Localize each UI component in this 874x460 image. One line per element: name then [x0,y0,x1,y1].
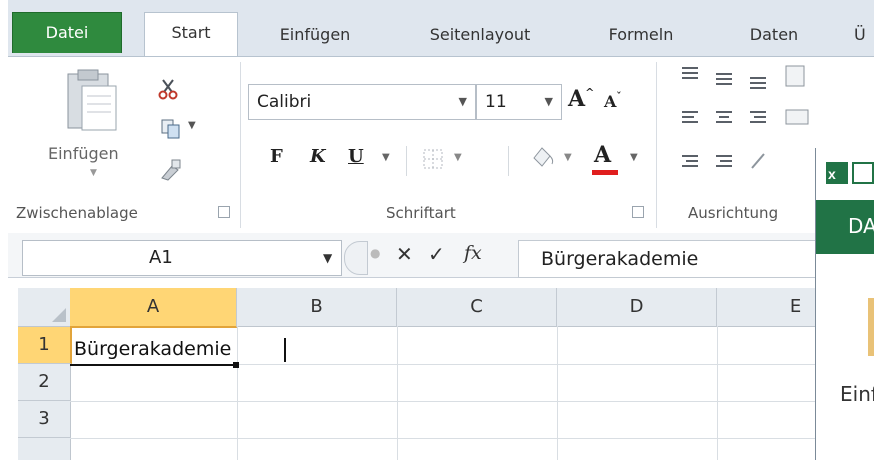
gridline [557,326,558,460]
gridline [70,438,874,439]
excel-window: Datei Start Einfügen Seitenlayout Formel… [8,0,874,460]
tab-page-layout[interactable]: Seitenlayout [410,14,550,56]
font-group-label: Schriftart [386,204,456,222]
column-header-b[interactable]: B [237,288,397,327]
font-dialog-launcher-icon[interactable] [632,206,644,218]
row-header-1[interactable]: 1 [18,327,72,364]
fill-color-dropdown-arrow[interactable]: ▼ [564,152,572,163]
clipboard-group-label: Zwischenablage [16,204,138,222]
cell-a1[interactable]: Bürgerakademie [74,338,231,360]
overlay-paste-icon[interactable] [868,298,874,356]
font-size-combo[interactable]: 11 ▼ [476,84,562,120]
alignment-buttons[interactable] [672,64,812,184]
formula-content: Bürgerakademie [541,248,699,270]
shrink-font-icon[interactable]: Aˇ [604,92,621,111]
font-name-value: Calibri [257,92,312,112]
paste-label[interactable]: Einfügen [48,144,119,163]
gridline [237,326,238,460]
separator [508,146,509,176]
copy-dropdown-arrow[interactable]: ▼ [188,120,196,131]
fill-handle[interactable] [233,362,239,368]
tab-start[interactable]: Start [144,12,238,59]
name-box[interactable]: A1 ▼ [22,240,342,276]
gridline [717,326,718,460]
row-header-3[interactable]: 3 [18,401,71,438]
cut-icon[interactable] [158,78,178,100]
separator [406,146,407,176]
row-header-4[interactable] [18,438,71,460]
border-dropdown-arrow[interactable]: ▼ [454,152,462,163]
font-color-bar [592,170,618,175]
tab-data[interactable]: Daten [734,14,814,56]
bold-button[interactable]: F [270,146,283,167]
circle-icon: ● [370,246,381,260]
clipboard-dialog-launcher-icon[interactable] [218,206,230,218]
format-painter-icon[interactable] [158,158,182,182]
italic-button[interactable]: K [310,146,326,167]
formula-bar-expand-handle[interactable] [344,241,368,275]
ribbon-tab-bar: Datei Start Einfügen Seitenlayout Formel… [8,0,874,59]
font-size-value: 11 [485,92,507,112]
font-color-button[interactable]: A [594,142,611,168]
chevron-down-icon[interactable]: ▼ [323,251,332,265]
overlay-excel-window[interactable]: x DA Einf [815,148,874,460]
name-box-value: A1 [149,247,173,268]
gridline [70,401,874,402]
text-cursor [284,338,286,362]
column-header-a[interactable]: A [70,288,237,328]
enter-icon[interactable]: ✓ [428,242,445,266]
overlay-paste-label: Einf [840,382,874,406]
insert-function-icon[interactable]: fx [464,242,482,264]
border-icon[interactable] [422,148,444,170]
alignment-group-label: Ausrichtung [688,204,779,222]
underline-dropdown-arrow[interactable]: ▼ [382,152,390,163]
overlay-ribbon-tab[interactable]: DA [816,200,874,254]
font-color-dropdown-arrow[interactable]: ▼ [630,152,638,163]
tab-file[interactable]: Datei [12,12,122,53]
select-all-corner[interactable] [18,288,71,327]
row-header-2[interactable]: 2 [18,364,71,401]
overlay-tab-label: DA [848,214,874,238]
copy-icon[interactable] [160,118,182,140]
group-divider [240,62,241,228]
excel-logo-icon: x [826,162,848,184]
chevron-down-icon[interactable]: ▼ [459,95,467,108]
fill-color-icon[interactable] [528,144,558,172]
column-header-d[interactable]: D [557,288,717,327]
tab-formulas[interactable]: Formeln [591,14,691,56]
tab-partial[interactable]: Ü [854,14,874,56]
active-cell-border [70,364,236,366]
tab-insert[interactable]: Einfügen [260,14,370,56]
sheet-grid-icon [852,162,874,184]
grow-font-icon[interactable]: A^ [568,86,594,112]
chevron-down-icon[interactable]: ▼ [545,95,553,108]
column-header-c[interactable]: C [397,288,557,327]
gridline [397,326,398,460]
paste-icon[interactable] [62,68,120,134]
underline-button[interactable]: U [348,146,364,167]
svg-text:x: x [828,166,836,182]
paste-dropdown-arrow[interactable]: ▼ [90,168,97,178]
font-name-combo[interactable]: Calibri ▼ [248,84,476,120]
formula-input[interactable]: Bürgerakademie [518,240,820,278]
group-divider [656,62,657,228]
cancel-icon[interactable]: ✕ [396,242,413,266]
